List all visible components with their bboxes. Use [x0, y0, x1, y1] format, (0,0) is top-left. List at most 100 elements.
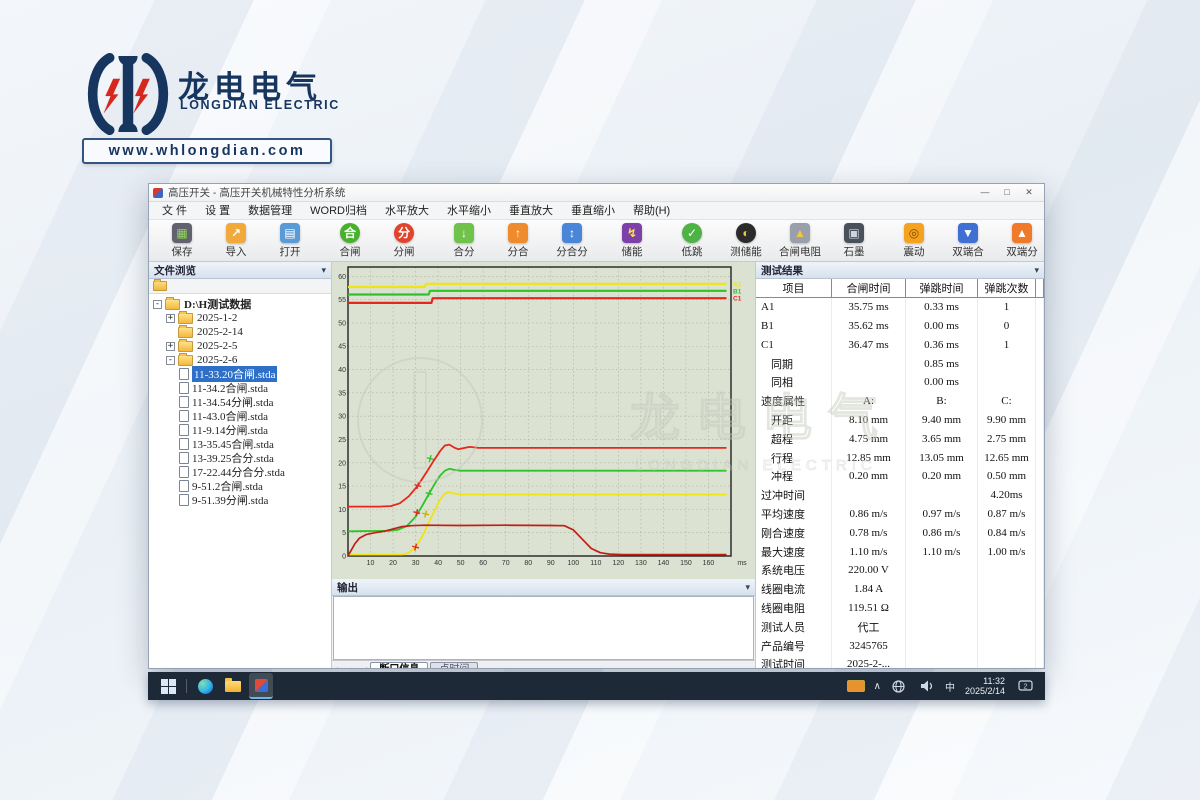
dual-open-button[interactable]: ▲双端分 — [995, 222, 1049, 260]
tree-row[interactable]: -D:\H测试数据 — [149, 297, 331, 311]
results-header-cell: 弹跳时间 — [906, 279, 978, 298]
menu-item[interactable]: 帮助(H) — [624, 203, 679, 219]
tree-row[interactable]: 11-33.20合闸.stda — [149, 367, 331, 381]
tab-nav-arrow[interactable]: ▶| — [362, 667, 367, 668]
results-cell — [1036, 617, 1044, 636]
file-icon — [179, 466, 189, 478]
tree-row[interactable]: +2025-1-2 — [149, 311, 331, 325]
menu-item[interactable]: 文 件 — [153, 203, 196, 219]
tab-nav-arrow[interactable]: ◀ — [346, 667, 350, 668]
chevron-down-icon[interactable]: ▾ — [745, 582, 750, 593]
x-tick-label: 130 — [635, 560, 647, 567]
file-explorer-icon[interactable] — [221, 674, 245, 698]
results-cell: 0.33 ms — [906, 298, 978, 317]
open-close-icon: ↑ — [508, 223, 528, 243]
collapse-toggle-icon[interactable]: - — [153, 300, 162, 309]
results-cell: 1.00 m/s — [978, 542, 1036, 561]
dual-close-button[interactable]: ▼双端合 — [941, 222, 995, 260]
tree-row[interactable]: 13-35.45合闸.stda — [149, 437, 331, 451]
minimize-button[interactable]: — — [974, 185, 996, 200]
measure-energy-button[interactable]: ◐测储能 — [719, 222, 773, 260]
tray-app-icon[interactable] — [844, 674, 868, 698]
chevron-down-icon[interactable]: ▾ — [1034, 265, 1039, 276]
results-cell — [978, 617, 1036, 636]
open-close-button[interactable]: ↑分合 — [491, 222, 545, 260]
tree-row[interactable]: +2025-2-5 — [149, 339, 331, 353]
results-cell — [1036, 298, 1044, 317]
network-icon[interactable] — [887, 674, 911, 698]
tab-nav-arrow[interactable]: ▶ — [354, 667, 358, 668]
edge-browser-icon[interactable] — [193, 674, 217, 698]
open-button[interactable]: ▤打开 — [263, 222, 317, 260]
company-name-en: LONGDIAN ELECTRIC — [180, 98, 340, 112]
tree-row[interactable]: 9-51.2合闸.stda — [149, 479, 331, 493]
collapse-toggle-icon[interactable]: - — [166, 356, 175, 365]
maximize-button[interactable]: □ — [996, 185, 1018, 200]
analyzer-app-icon[interactable] — [249, 673, 273, 699]
low-trip-button[interactable]: ✓低跳 — [665, 222, 719, 260]
results-row-label: 线圈电流 — [756, 580, 832, 599]
results-row: 冲程0.20 mm0.20 mm0.50 mm — [756, 467, 1044, 486]
expand-toggle-icon[interactable]: + — [166, 342, 175, 351]
taskbar-clock[interactable]: 11:32 2025/2/14 — [965, 676, 1005, 696]
menu-item[interactable]: 数据管理 — [239, 203, 301, 219]
results-cell — [906, 636, 978, 655]
folder-icon[interactable] — [153, 281, 167, 291]
results-cell — [906, 580, 978, 599]
measure-energy-icon: ◐ — [736, 223, 756, 243]
input-method-indicator[interactable]: 中 — [945, 679, 955, 694]
results-row-label: 同相 — [756, 373, 832, 392]
open-close-open-button[interactable]: ↕分合分 — [545, 222, 599, 260]
energy-storage-button[interactable]: ↯储能 — [605, 222, 659, 260]
results-cell — [1036, 655, 1044, 668]
folder-icon — [178, 341, 193, 352]
file-icon — [179, 368, 189, 380]
results-cell — [978, 354, 1036, 373]
waveform-chart[interactable]: 0510152025303540455055601020304050607080… — [332, 262, 755, 579]
results-cell — [978, 636, 1036, 655]
menu-item[interactable]: WORD归档 — [301, 203, 376, 219]
chevron-down-icon[interactable]: ▾ — [321, 265, 326, 276]
tab-nav-arrow[interactable]: |◀ — [337, 667, 342, 668]
bottom-tab[interactable]: 点时间 — [430, 662, 478, 668]
results-row: 线圈电流1.84 A — [756, 580, 1044, 599]
import-icon: ↗ — [226, 223, 246, 243]
start-button[interactable] — [156, 674, 180, 698]
tree-row[interactable]: 11-34.2合闸.stda — [149, 381, 331, 395]
bottom-tab[interactable]: 断口信息 — [370, 662, 428, 668]
results-row: 速度属性A:B:C: — [756, 392, 1044, 411]
tree-row[interactable]: -2025-2-6 — [149, 353, 331, 367]
tree-row[interactable]: 11-9.14分闸.stda — [149, 423, 331, 437]
tree-row[interactable]: 11-34.54分闸.stda — [149, 395, 331, 409]
menu-item[interactable]: 水平缩小 — [438, 203, 500, 219]
close-button[interactable]: ✕ — [1018, 185, 1040, 200]
graphite-button[interactable]: ▣石墨 — [827, 222, 881, 260]
menu-item[interactable]: 设 置 — [196, 203, 239, 219]
save-button[interactable]: ▦保存 — [155, 222, 209, 260]
volume-icon[interactable] — [915, 674, 939, 698]
results-cell: 0.78 m/s — [832, 523, 906, 542]
results-cell — [1036, 467, 1044, 486]
results-row-label: 行程 — [756, 448, 832, 467]
open-switch-button[interactable]: 分分闸 — [377, 222, 431, 260]
tree-row[interactable]: 13-39.25合分.stda — [149, 451, 331, 465]
notification-center-icon[interactable]: 2 — [1013, 674, 1037, 698]
tabs-holder: 断口信息点时间 — [368, 659, 478, 668]
menu-item[interactable]: 垂直放大 — [500, 203, 562, 219]
import-button[interactable]: ↗导入 — [209, 222, 263, 260]
tree-row[interactable]: 17-22.44分合分.stda — [149, 465, 331, 479]
closing-resistor-button[interactable]: ▲合闸电阻 — [773, 222, 827, 260]
tree-row[interactable]: 9-51.39分闸.stda — [149, 493, 331, 507]
close-open-button[interactable]: ↓合分 — [437, 222, 491, 260]
menu-item[interactable]: 垂直缩小 — [562, 203, 624, 219]
vibration-button[interactable]: ◎震动 — [887, 222, 941, 260]
results-row: B135.62 ms0.00 ms0 — [756, 317, 1044, 336]
results-cell: 0.84 m/s — [978, 523, 1036, 542]
menu-item[interactable]: 水平放大 — [376, 203, 438, 219]
expand-toggle-icon[interactable]: + — [166, 314, 175, 323]
tray-chevron-icon[interactable]: ∧ — [874, 681, 881, 692]
tree-row[interactable]: 11-43.0合闸.stda — [149, 409, 331, 423]
tree-row[interactable]: 2025-2-14 — [149, 325, 331, 339]
results-cell: 35.75 ms — [832, 298, 906, 317]
close-switch-button[interactable]: 合合闸 — [323, 222, 377, 260]
